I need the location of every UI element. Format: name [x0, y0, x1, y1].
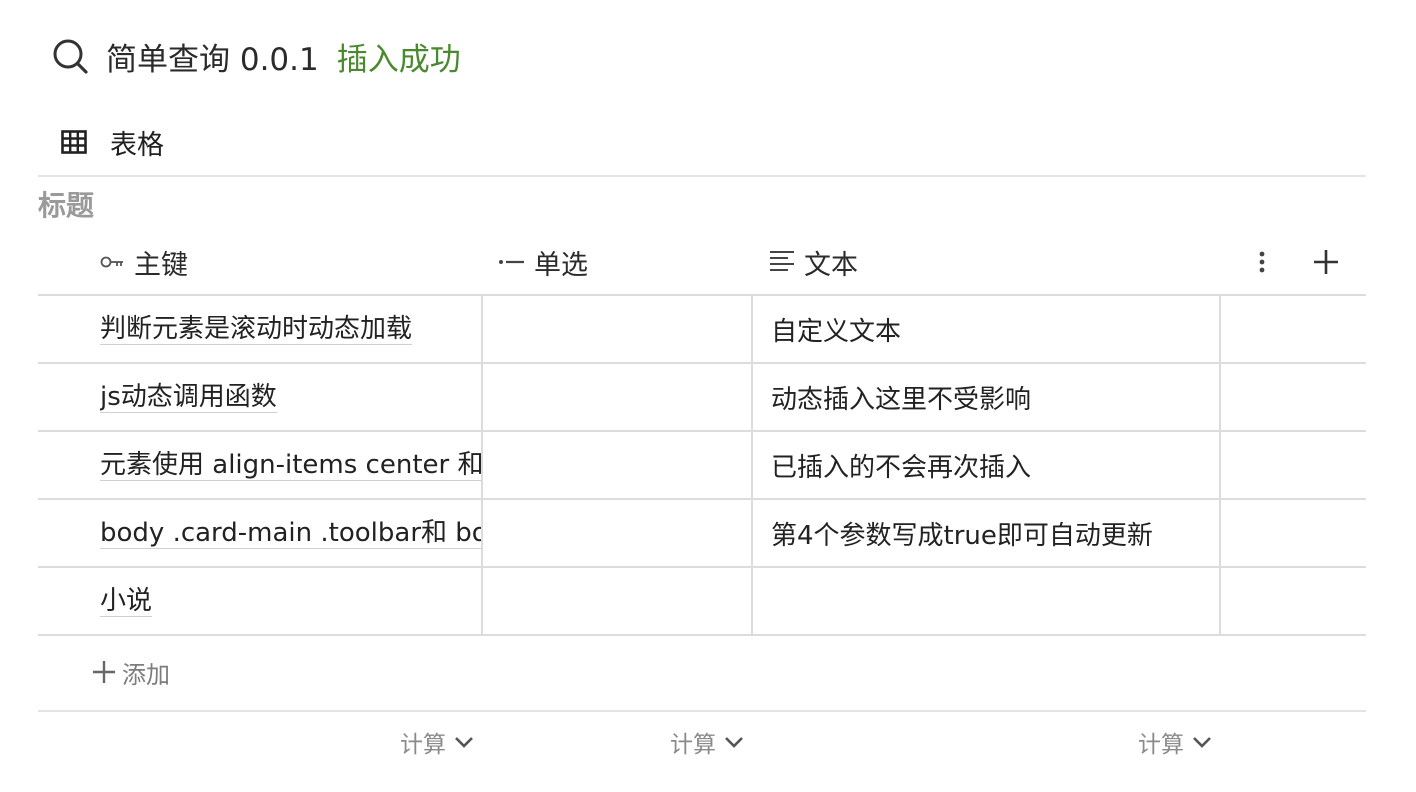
cell-key[interactable]: 小说: [100, 568, 483, 634]
cell-select[interactable]: [483, 296, 753, 362]
cell-key[interactable]: 元素使用 align-items center 和: [100, 432, 483, 498]
tab-table-view[interactable]: 表格: [60, 122, 164, 162]
cell-select[interactable]: [483, 364, 753, 430]
tab-label: 表格: [110, 129, 164, 161]
single-select-icon: [498, 254, 526, 270]
column-label: 主键: [134, 249, 188, 281]
column-label: 文本: [804, 249, 858, 281]
tab-divider: [38, 175, 1366, 177]
chevron-down-icon: [1192, 735, 1212, 749]
cell-empty: [1221, 296, 1366, 362]
footer-divider: [38, 710, 1366, 712]
key-icon: [100, 254, 126, 270]
cell-empty: [1221, 432, 1366, 498]
plus-icon: [1314, 250, 1338, 274]
table-row: 小说: [38, 568, 1366, 636]
add-row-button[interactable]: 添加: [92, 652, 170, 692]
cell-empty: [1221, 568, 1366, 634]
plus-icon: [92, 660, 116, 684]
table-title[interactable]: 标题: [38, 184, 94, 224]
calculate-label: 计算: [670, 732, 716, 758]
table-row: js动态调用函数 动态插入这里不受影响: [38, 364, 1366, 432]
table-body: 判断元素是滚动时动态加载 自定义文本 js动态调用函数 动态插入这里不受影响 元…: [38, 296, 1366, 636]
search-icon[interactable]: [50, 36, 90, 76]
calculate-label: 计算: [400, 732, 446, 758]
cell-select[interactable]: [483, 500, 753, 566]
add-row-label: 添加: [122, 660, 170, 689]
add-column-button[interactable]: [1306, 242, 1346, 282]
vertical-dots-icon: [1259, 251, 1265, 273]
cell-key[interactable]: body .card-main .toolbar和 boc: [100, 500, 483, 566]
cell-text[interactable]: [753, 568, 1221, 634]
table-row: 判断元素是滚动时动态加载 自定义文本: [38, 296, 1366, 364]
calculate-dropdown-text[interactable]: 计算: [670, 722, 744, 762]
page-header: 简单查询 0.0.1 插入成功: [50, 33, 461, 79]
cell-text[interactable]: 已插入的不会再次插入: [753, 432, 1221, 498]
cell-select[interactable]: [483, 568, 753, 634]
cell-key[interactable]: js动态调用函数: [100, 364, 483, 430]
page-title: 简单查询 0.0.1: [106, 41, 319, 78]
table-row: body .card-main .toolbar和 boc 第4个参数写成tru…: [38, 500, 1366, 568]
cell-select[interactable]: [483, 432, 753, 498]
cell-text[interactable]: 第4个参数写成true即可自动更新: [753, 500, 1221, 566]
cell-empty: [1221, 500, 1366, 566]
table-grid-icon: [60, 128, 88, 156]
chevron-down-icon: [724, 735, 744, 749]
column-header-key[interactable]: 主键: [100, 240, 188, 284]
column-label: 单选: [534, 249, 588, 281]
table-row: 元素使用 align-items center 和 已插入的不会再次插入: [38, 432, 1366, 500]
text-lines-icon: [768, 249, 796, 275]
cell-empty: [1221, 364, 1366, 430]
cell-text[interactable]: 动态插入这里不受影响: [753, 364, 1221, 430]
more-options-button[interactable]: [1248, 244, 1276, 280]
status-message: 插入成功: [336, 41, 461, 78]
cell-key[interactable]: 判断元素是滚动时动态加载: [100, 296, 483, 362]
column-header-text[interactable]: 文本: [768, 240, 858, 284]
calculate-dropdown-select[interactable]: 计算: [400, 722, 474, 762]
cell-text[interactable]: 自定义文本: [753, 296, 1221, 362]
calculate-dropdown-extra[interactable]: 计算: [1138, 722, 1212, 762]
calculate-label: 计算: [1138, 732, 1184, 758]
column-header-select[interactable]: 单选: [498, 240, 588, 284]
chevron-down-icon: [454, 735, 474, 749]
